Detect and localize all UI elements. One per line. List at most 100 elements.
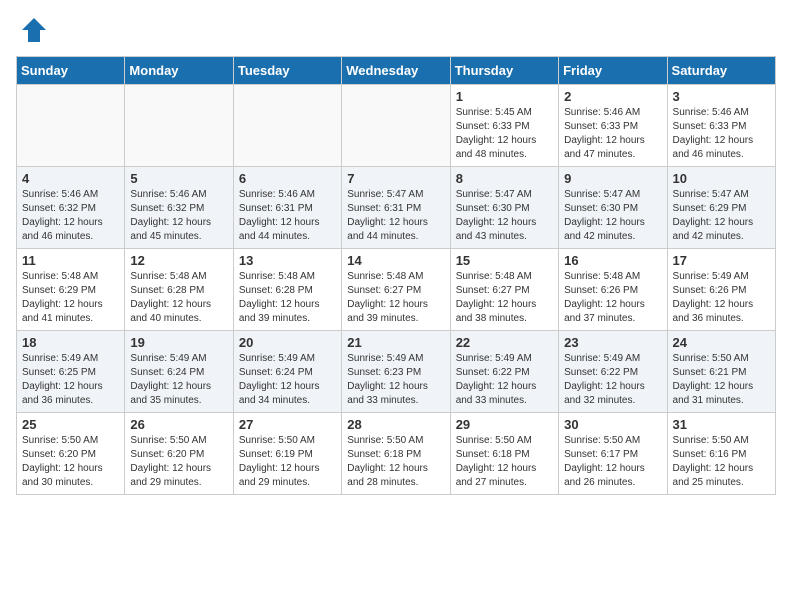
day-info: Sunrise: 5:48 AM Sunset: 6:27 PM Dayligh… (456, 270, 553, 326)
day-info: Sunrise: 5:49 AM Sunset: 6:23 PM Dayligh… (347, 352, 444, 408)
day-number: 18 (22, 335, 119, 350)
calendar-day-cell: 24 Sunrise: 5:50 AM Sunset: 6:21 PM Dayli… (667, 331, 775, 413)
day-number: 4 (22, 171, 119, 186)
calendar-header-row: SundayMondayTuesdayWednesdayThursdayFrid… (17, 57, 776, 85)
calendar-day-cell: 16Sunrise: 5:48 AM Sunset: 6:26 PM Dayli… (559, 249, 667, 331)
day-info: Sunrise: 5:48 AM Sunset: 6:28 PM Dayligh… (239, 270, 336, 326)
day-info: Sunrise: 5:50 AM Sunset: 6:18 PM Dayligh… (456, 434, 553, 490)
calendar-day-cell: 31 Sunrise: 5:50 AM Sunset: 6:16 PM Dayli… (667, 413, 775, 495)
day-info: Sunrise: 5:46 AM Sunset: 6:33 PM Dayligh… (673, 106, 770, 162)
calendar-week-row: 11 Sunrise: 5:48 AM Sunset: 6:29 PM Dayli… (17, 249, 776, 331)
calendar-day-cell: 1 Sunrise: 5:45 AM Sunset: 6:33 PM Daylig… (450, 85, 558, 167)
column-header-wednesday: Wednesday (342, 57, 450, 85)
calendar-day-cell: 27 Sunrise: 5:50 AM Sunset: 6:19 PM Dayli… (233, 413, 341, 495)
day-number: 9 (564, 171, 661, 186)
day-info: Sunrise: 5:48 AM Sunset: 6:29 PM Dayligh… (22, 270, 119, 326)
calendar-day-cell: 20 Sunrise: 5:49 AM Sunset: 6:24 PM Dayli… (233, 331, 341, 413)
calendar-day-cell: 12 Sunrise: 5:48 AM Sunset: 6:28 PM Dayli… (125, 249, 233, 331)
calendar-day-cell: 7 Sunrise: 5:47 AM Sunset: 6:31 PM Daylig… (342, 167, 450, 249)
column-header-tuesday: Tuesday (233, 57, 341, 85)
calendar-day-cell: 28 Sunrise: 5:50 AM Sunset: 6:18 PM Dayli… (342, 413, 450, 495)
column-header-saturday: Saturday (667, 57, 775, 85)
day-number: 11 (22, 253, 119, 268)
day-info: Sunrise: 5:47 AM Sunset: 6:31 PM Dayligh… (347, 188, 444, 244)
calendar-day-cell: 8 Sunrise: 5:47 AM Sunset: 6:30 PM Daylig… (450, 167, 558, 249)
day-number: 22 (456, 335, 553, 350)
day-number: 27 (239, 417, 336, 432)
day-number: 16 (564, 253, 661, 268)
day-info: Sunrise: 5:49 AM Sunset: 6:22 PM Dayligh… (564, 352, 661, 408)
day-info: Sunrise: 5:50 AM Sunset: 6:20 PM Dayligh… (130, 434, 227, 490)
day-number: 1 (456, 89, 553, 104)
calendar-day-cell: 26 Sunrise: 5:50 AM Sunset: 6:20 PM Dayli… (125, 413, 233, 495)
column-header-thursday: Thursday (450, 57, 558, 85)
day-info: Sunrise: 5:46 AM Sunset: 6:32 PM Dayligh… (130, 188, 227, 244)
calendar-week-row: 18 Sunrise: 5:49 AM Sunset: 6:25 PM Dayli… (17, 331, 776, 413)
day-number: 30 (564, 417, 661, 432)
calendar-day-cell: 15 Sunrise: 5:48 AM Sunset: 6:27 PM Dayli… (450, 249, 558, 331)
day-info: Sunrise: 5:49 AM Sunset: 6:24 PM Dayligh… (239, 352, 336, 408)
page-header (16, 16, 776, 44)
day-number: 21 (347, 335, 444, 350)
calendar-day-cell: 22 Sunrise: 5:49 AM Sunset: 6:22 PM Dayli… (450, 331, 558, 413)
calendar-day-cell: 5 Sunrise: 5:46 AM Sunset: 6:32 PM Daylig… (125, 167, 233, 249)
day-info: Sunrise: 5:49 AM Sunset: 6:26 PM Dayligh… (673, 270, 770, 326)
day-info: Sunrise: 5:49 AM Sunset: 6:24 PM Dayligh… (130, 352, 227, 408)
day-number: 15 (456, 253, 553, 268)
day-info: Sunrise: 5:50 AM Sunset: 6:18 PM Dayligh… (347, 434, 444, 490)
day-number: 31 (673, 417, 770, 432)
calendar-day-cell: 2 Sunrise: 5:46 AM Sunset: 6:33 PM Daylig… (559, 85, 667, 167)
day-number: 12 (130, 253, 227, 268)
calendar-day-cell: 17 Sunrise: 5:49 AM Sunset: 6:26 PM Dayli… (667, 249, 775, 331)
day-number: 7 (347, 171, 444, 186)
calendar-day-cell: 4 Sunrise: 5:46 AM Sunset: 6:32 PM Daylig… (17, 167, 125, 249)
calendar-day-cell: 19 Sunrise: 5:49 AM Sunset: 6:24 PM Dayli… (125, 331, 233, 413)
day-number: 2 (564, 89, 661, 104)
day-number: 24 (673, 335, 770, 350)
day-number: 25 (22, 417, 119, 432)
day-info: Sunrise: 5:50 AM Sunset: 6:16 PM Dayligh… (673, 434, 770, 490)
calendar-table: SundayMondayTuesdayWednesdayThursdayFrid… (16, 56, 776, 495)
calendar-day-cell: 30 Sunrise: 5:50 AM Sunset: 6:17 PM Dayli… (559, 413, 667, 495)
calendar-day-cell: 9Sunrise: 5:47 AM Sunset: 6:30 PM Daylig… (559, 167, 667, 249)
calendar-day-cell: 3 Sunrise: 5:46 AM Sunset: 6:33 PM Daylig… (667, 85, 775, 167)
logo (16, 16, 48, 44)
day-info: Sunrise: 5:45 AM Sunset: 6:33 PM Dayligh… (456, 106, 553, 162)
day-info: Sunrise: 5:46 AM Sunset: 6:33 PM Dayligh… (564, 106, 661, 162)
calendar-day-cell: 29 Sunrise: 5:50 AM Sunset: 6:18 PM Dayli… (450, 413, 558, 495)
day-info: Sunrise: 5:46 AM Sunset: 6:32 PM Dayligh… (22, 188, 119, 244)
calendar-week-row: 1 Sunrise: 5:45 AM Sunset: 6:33 PM Daylig… (17, 85, 776, 167)
day-number: 23 (564, 335, 661, 350)
calendar-day-cell (17, 85, 125, 167)
day-info: Sunrise: 5:50 AM Sunset: 6:20 PM Dayligh… (22, 434, 119, 490)
column-header-friday: Friday (559, 57, 667, 85)
day-number: 20 (239, 335, 336, 350)
day-number: 3 (673, 89, 770, 104)
calendar-day-cell: 6Sunrise: 5:46 AM Sunset: 6:31 PM Daylig… (233, 167, 341, 249)
logo-icon (20, 16, 48, 44)
day-info: Sunrise: 5:47 AM Sunset: 6:30 PM Dayligh… (456, 188, 553, 244)
day-info: Sunrise: 5:50 AM Sunset: 6:19 PM Dayligh… (239, 434, 336, 490)
day-number: 28 (347, 417, 444, 432)
day-info: Sunrise: 5:50 AM Sunset: 6:21 PM Dayligh… (673, 352, 770, 408)
calendar-day-cell: 14Sunrise: 5:48 AM Sunset: 6:27 PM Dayli… (342, 249, 450, 331)
calendar-day-cell: 10Sunrise: 5:47 AM Sunset: 6:29 PM Dayli… (667, 167, 775, 249)
day-info: Sunrise: 5:48 AM Sunset: 6:28 PM Dayligh… (130, 270, 227, 326)
calendar-day-cell (125, 85, 233, 167)
calendar-day-cell: 25 Sunrise: 5:50 AM Sunset: 6:20 PM Dayli… (17, 413, 125, 495)
calendar-day-cell (342, 85, 450, 167)
day-number: 8 (456, 171, 553, 186)
day-number: 17 (673, 253, 770, 268)
calendar-day-cell (233, 85, 341, 167)
day-info: Sunrise: 5:50 AM Sunset: 6:17 PM Dayligh… (564, 434, 661, 490)
day-number: 29 (456, 417, 553, 432)
day-number: 14 (347, 253, 444, 268)
day-number: 5 (130, 171, 227, 186)
day-info: Sunrise: 5:47 AM Sunset: 6:29 PM Dayligh… (673, 188, 770, 244)
day-info: Sunrise: 5:49 AM Sunset: 6:22 PM Dayligh… (456, 352, 553, 408)
day-number: 19 (130, 335, 227, 350)
calendar-day-cell: 23 Sunrise: 5:49 AM Sunset: 6:22 PM Dayli… (559, 331, 667, 413)
day-number: 26 (130, 417, 227, 432)
calendar-day-cell: 18 Sunrise: 5:49 AM Sunset: 6:25 PM Dayli… (17, 331, 125, 413)
day-info: Sunrise: 5:49 AM Sunset: 6:25 PM Dayligh… (22, 352, 119, 408)
